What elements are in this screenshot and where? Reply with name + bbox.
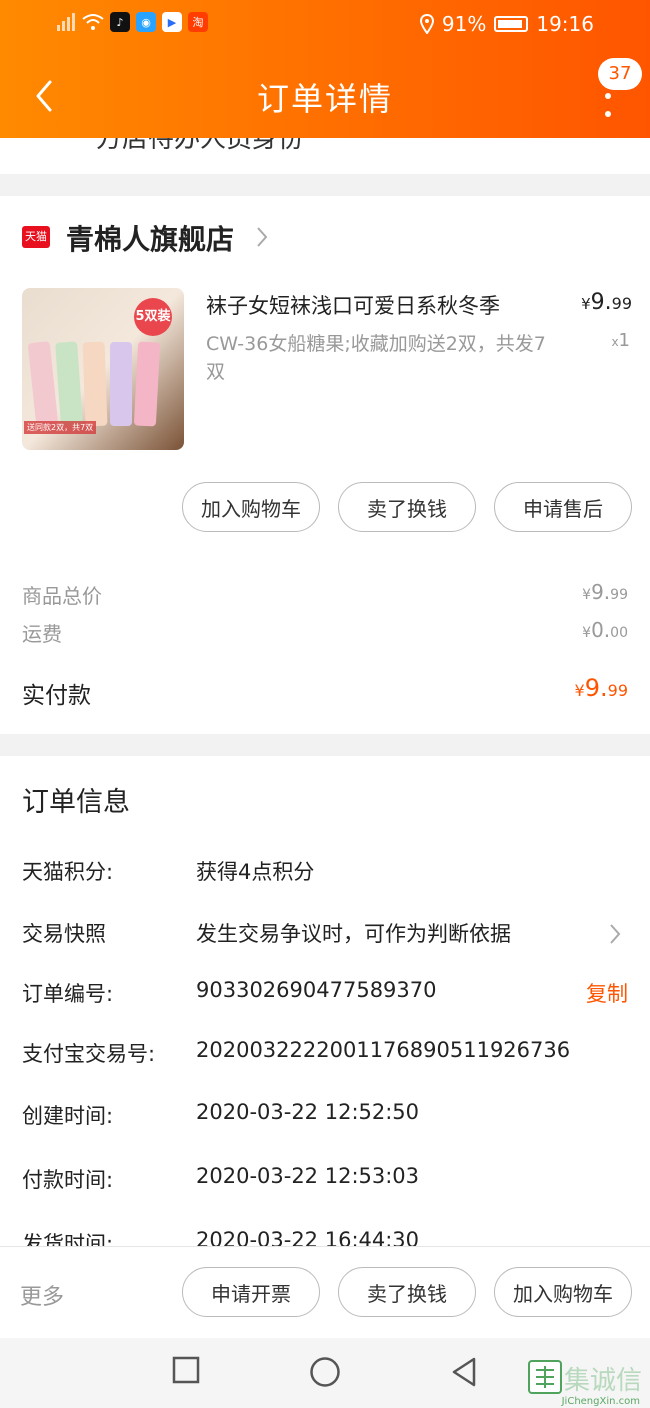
info-value: 2020-03-22 12:52:50 — [196, 1100, 420, 1124]
goods-total-value: ¥9.99 — [582, 580, 628, 604]
address-card-bottom: 方店待办人员身份 — [0, 138, 650, 174]
price-integer: 9. — [590, 290, 612, 315]
clock: 19:16 — [536, 12, 594, 36]
tmall-logo-icon: 天猫 — [22, 226, 50, 248]
address-text: 方店待办人员身份 — [96, 138, 305, 154]
info-key: 付款时间: — [22, 1168, 114, 1192]
info-row-paid-time: 付款时间: 2020-03-22 12:53:03 — [0, 1164, 650, 1204]
signal-icon — [57, 13, 75, 31]
shipping-value: ¥0.00 — [582, 618, 628, 642]
product-quantity: x1 — [611, 330, 630, 351]
system-nav-bar: 集诚信 — [0, 1338, 650, 1408]
info-value: 2020-03-22 12:53:03 — [196, 1164, 420, 1188]
info-row-alipay-number: 支付宝交易号: 2020032222001176890511926736 — [0, 1038, 650, 1078]
info-row-points: 天猫积分: 获得4点积分 — [0, 856, 650, 896]
info-row-shipped-time: 发货时间: 2020-03-22 16:44:30 — [0, 1228, 650, 1246]
add-to-cart-button[interactable]: 加入购物车 — [494, 1267, 632, 1317]
product-sku: CW-36女船糖果;收藏加购送2双，共发7双 — [206, 333, 546, 383]
amount-integer: 9. — [591, 580, 611, 604]
status-bar: ♪ ◉ ▶ 淘 91% 19:16 — [0, 0, 650, 52]
shipping-label: 运费 — [22, 622, 62, 646]
pack-count-badge: 5双装 — [134, 298, 172, 336]
currency: ¥ — [582, 587, 592, 603]
recent-apps-icon[interactable] — [172, 1356, 200, 1384]
info-row-created-time: 创建时间: 2020-03-22 12:52:50 — [0, 1100, 650, 1140]
info-value: 2020032222001176890511926736 — [196, 1038, 571, 1062]
product-price: ¥9.99 — [581, 290, 632, 315]
info-key: 天猫积分: — [22, 860, 114, 884]
paid-amount-label: 实付款 — [22, 683, 91, 709]
more-menu-icon[interactable] — [604, 92, 612, 118]
product-title[interactable]: 袜子女短袜浅口可爱日系秋冬季 — [206, 290, 500, 320]
store-card: 天猫 青棉人旗舰店 5双装 送同款2双，共7双 袜子女短袜浅口可爱日系秋冬季 ¥… — [0, 196, 650, 734]
amount-decimal: 00 — [610, 625, 628, 641]
copy-button[interactable]: 复制 — [586, 978, 628, 1008]
price-decimal: 99 — [611, 294, 632, 313]
sock-shape — [110, 342, 132, 426]
nav-bar: 订单详情 37 — [0, 52, 650, 138]
order-info-card: 订单信息 天猫积分: 获得4点积分 交易快照 发生交易争议时，可作为判断依据 订… — [0, 756, 650, 1246]
watermark-url: JiChengXin.com — [561, 1396, 640, 1407]
goods-total-label: 商品总价 — [22, 584, 102, 608]
product-image[interactable]: 5双装 送同款2双，共7双 — [22, 288, 184, 450]
chevron-right-icon[interactable] — [254, 224, 270, 250]
battery-icon — [494, 16, 529, 32]
amount-integer: 9. — [584, 674, 608, 702]
sock-shape — [82, 341, 108, 427]
info-key: 发货时间: — [22, 1232, 114, 1246]
info-row-order-number: 订单编号: 903302690477589370 复制 — [0, 978, 650, 1018]
more-button[interactable]: 更多 — [20, 1279, 64, 1311]
info-row-snapshot[interactable]: 交易快照 发生交易争议时，可作为判断依据 — [0, 918, 650, 958]
paid-amount-value: ¥9.99 — [575, 674, 628, 702]
wifi-icon — [82, 14, 104, 30]
image-caption: 送同款2双，共7双 — [24, 421, 97, 434]
amount-decimal: 99 — [607, 681, 628, 700]
amount-decimal: 99 — [610, 587, 628, 603]
info-key: 支付宝交易号: — [22, 1042, 156, 1066]
currency: ¥ — [574, 681, 585, 700]
info-key: 交易快照 — [22, 922, 106, 946]
sock-shape — [133, 341, 161, 427]
chevron-right-icon[interactable] — [608, 922, 622, 946]
info-value: 2020-03-22 16:44:30 — [196, 1228, 420, 1246]
store-name[interactable]: 青棉人旗舰店 — [66, 218, 234, 258]
header: ♪ ◉ ▶ 淘 91% 19:16 订单详情 37 — [0, 0, 650, 138]
page-title: 订单详情 — [256, 80, 393, 118]
status-icons-right: 91% 19:16 — [419, 12, 594, 36]
taobao-icon: 淘 — [188, 12, 208, 32]
info-key: 创建时间: — [22, 1104, 114, 1128]
info-value: 903302690477589370 — [196, 978, 437, 1002]
home-icon[interactable] — [309, 1356, 341, 1388]
status-icons-left: ♪ ◉ ▶ 淘 — [56, 12, 208, 32]
back-triangle-icon[interactable] — [450, 1356, 478, 1388]
currency: ¥ — [582, 625, 592, 641]
bottom-action-bar: 更多 申请开票 卖了换钱 加入购物车 — [0, 1246, 650, 1338]
request-invoice-button[interactable]: 申请开票 — [182, 1267, 320, 1317]
resell-button[interactable]: 卖了换钱 — [338, 1267, 476, 1317]
bulb-app-icon: ◉ — [136, 12, 156, 32]
sock-shape — [27, 341, 59, 427]
message-count-badge[interactable]: 37 — [598, 58, 642, 90]
quantity-value: 1 — [618, 330, 630, 351]
sock-shape — [55, 341, 83, 427]
add-to-cart-button[interactable]: 加入购物车 — [182, 482, 320, 532]
location-icon — [419, 14, 434, 34]
battery-percent: 91% — [441, 12, 487, 36]
info-key: 订单编号: — [22, 982, 114, 1006]
watermark-mark-icon — [528, 1360, 562, 1394]
info-value: 发生交易争议时，可作为判断依据 — [196, 922, 511, 946]
order-info-title: 订单信息 — [22, 787, 130, 818]
watermark-text: 集诚信 — [564, 1366, 643, 1396]
after-sales-button[interactable]: 申请售后 — [494, 482, 632, 532]
resell-button[interactable]: 卖了换钱 — [338, 482, 476, 532]
info-value: 获得4点积分 — [196, 860, 315, 884]
quantity-prefix: x — [611, 335, 619, 349]
youku-icon: ▶ — [162, 12, 182, 32]
tiktok-icon: ♪ — [110, 12, 130, 32]
price-currency: ¥ — [581, 295, 591, 313]
amount-integer: 0. — [591, 618, 611, 642]
